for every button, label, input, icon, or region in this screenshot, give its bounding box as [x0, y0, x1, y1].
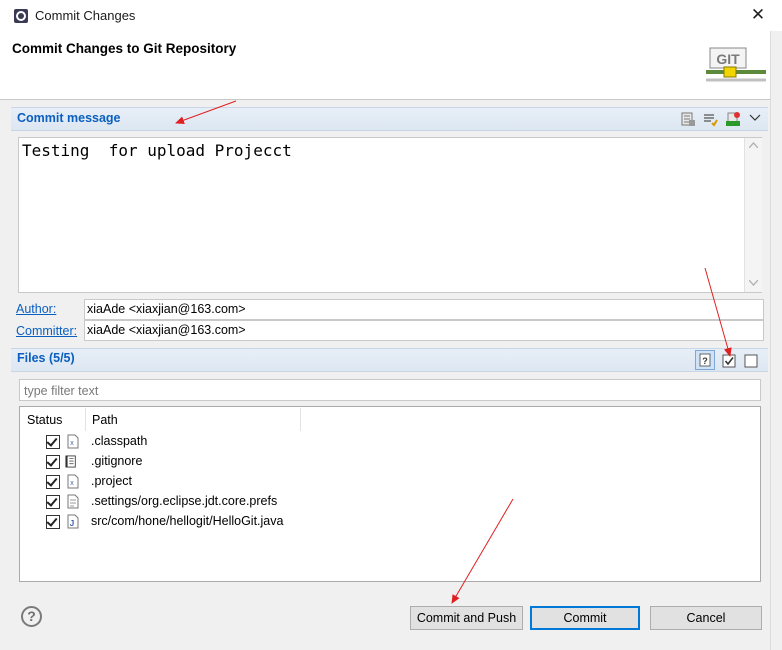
column-divider[interactable] [300, 408, 301, 431]
files-section-bar [11, 348, 768, 372]
table-row[interactable]: J src/com/hone/hellogit/HelloGit.java [20, 512, 760, 532]
table-row[interactable]: x .project [20, 472, 760, 492]
deselect-all-icon[interactable] [744, 354, 758, 368]
commit-message-section-bar [11, 107, 768, 131]
commit-and-push-button[interactable]: Commit and Push [410, 606, 523, 630]
menu-dropdown-icon[interactable] [747, 110, 763, 126]
author-label[interactable]: Author: [16, 302, 56, 316]
column-header-path[interactable]: Path [92, 413, 118, 427]
java-file-icon: J [67, 514, 79, 529]
files-section-title[interactable]: Files (5/5) [17, 351, 75, 365]
eclipse-app-icon [14, 9, 28, 23]
file-path: .gitignore [91, 454, 143, 468]
dialog-edge [770, 31, 782, 650]
file-checkbox[interactable] [46, 435, 60, 449]
commit-message-scrollbar[interactable] [744, 138, 762, 292]
filter-box[interactable] [19, 379, 761, 401]
committer-field[interactable]: xiaAde <xiaxjian@163.com> [84, 320, 764, 341]
select-all-icon[interactable] [722, 354, 736, 368]
column-header-status[interactable]: Status [27, 413, 62, 427]
commit-message-text[interactable]: Testing for upload Projecct [22, 141, 292, 160]
commit-message-section-title[interactable]: Commit message [17, 111, 121, 125]
show-untracked-toggle[interactable]: ? [695, 350, 715, 370]
show-untracked-icon: ? [699, 353, 711, 367]
window-title: Commit Changes [35, 8, 136, 23]
table-row[interactable]: x .classpath [20, 432, 760, 452]
text-file-icon [65, 455, 76, 468]
git-logo-icon: GIT [706, 47, 766, 82]
svg-text:x: x [70, 480, 74, 487]
scroll-down-icon[interactable] [749, 280, 758, 286]
commit-button[interactable]: Commit [530, 606, 640, 630]
cancel-button[interactable]: Cancel [650, 606, 762, 630]
committer-value: xiaAde <xiaxjian@163.com> [87, 323, 246, 337]
column-divider[interactable] [85, 408, 86, 431]
committer-label[interactable]: Committer: [16, 324, 77, 338]
file-checkbox[interactable] [46, 495, 60, 509]
filter-input[interactable] [22, 381, 761, 401]
file-path: .project [91, 474, 132, 488]
table-row[interactable]: .settings/org.eclipse.jdt.core.prefs [20, 492, 760, 512]
banner-title: Commit Changes to Git Repository [12, 41, 237, 56]
prefs-file-icon [67, 494, 79, 509]
file-path: src/com/hone/hellogit/HelloGit.java [91, 514, 284, 528]
file-path: .settings/org.eclipse.jdt.core.prefs [91, 494, 278, 508]
commit-message-textarea[interactable] [18, 137, 762, 293]
git-logo-text: GIT [716, 51, 740, 67]
author-value: xiaAde <xiaxjian@163.com> [87, 302, 246, 316]
file-checkbox[interactable] [46, 515, 60, 529]
compare-icon[interactable] [680, 111, 696, 127]
author-field[interactable]: xiaAde <xiaxjian@163.com> [84, 299, 764, 320]
xml-file-icon: x [67, 474, 79, 489]
svg-text:J: J [70, 519, 74, 528]
help-icon[interactable]: ? [21, 606, 42, 627]
xml-file-icon: x [67, 434, 79, 449]
close-icon[interactable]: ✕ [748, 3, 768, 27]
file-checkbox[interactable] [46, 455, 60, 469]
svg-text:x: x [70, 440, 74, 447]
file-checkbox[interactable] [46, 475, 60, 489]
sign-off-icon[interactable] [725, 111, 741, 127]
table-row[interactable]: .gitignore [20, 452, 760, 472]
scroll-up-icon[interactable] [749, 142, 758, 148]
spell-check-icon[interactable] [702, 111, 718, 127]
file-path: .classpath [91, 434, 148, 448]
svg-text:?: ? [702, 356, 708, 366]
